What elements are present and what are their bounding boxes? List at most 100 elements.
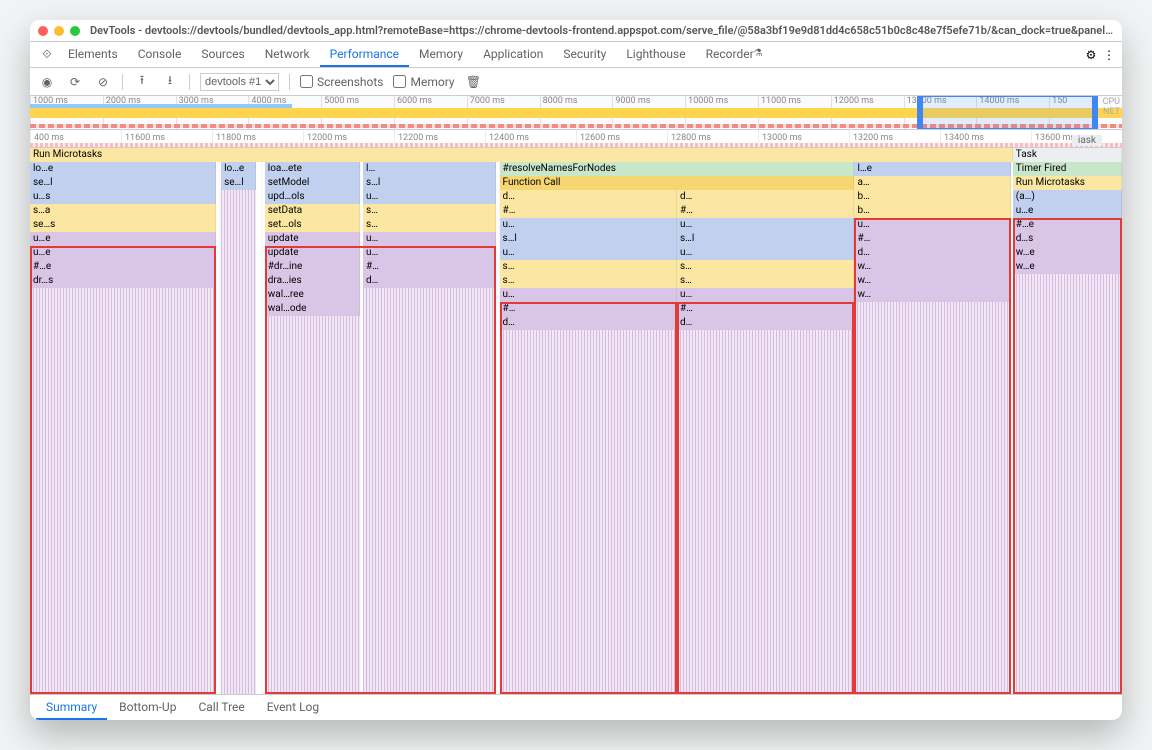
- flame-frame[interactable]: s…l: [363, 176, 496, 190]
- flame-frame[interactable]: l…: [363, 162, 496, 176]
- flame-frame[interactable]: update: [265, 246, 360, 260]
- flame-frame[interactable]: se…s: [30, 218, 216, 232]
- flame-frame[interactable]: #…: [854, 232, 1010, 246]
- run-microtasks-band[interactable]: Run Microtasks: [30, 148, 1013, 162]
- flame-frame[interactable]: b…: [854, 204, 1010, 218]
- flame-frame[interactable]: update: [265, 232, 360, 246]
- detail-tab-summary[interactable]: Summary: [36, 695, 107, 720]
- flame-frame[interactable]: u…: [500, 246, 677, 260]
- window-controls[interactable]: [38, 26, 80, 36]
- load-profile-icon[interactable]: ⭱: [133, 71, 151, 92]
- reload-record-button[interactable]: ⟳: [66, 75, 84, 89]
- zoom-icon[interactable]: [70, 26, 80, 36]
- flame-frame[interactable]: setModel: [265, 176, 360, 190]
- flame-frame[interactable]: s…: [363, 218, 496, 232]
- flame-frame[interactable]: #…: [500, 302, 677, 316]
- flame-frame[interactable]: wal…ode: [265, 302, 360, 316]
- flame-frame[interactable]: u…: [363, 190, 496, 204]
- more-icon[interactable]: ⋮: [1102, 48, 1116, 62]
- flame-frame[interactable]: u…: [677, 288, 854, 302]
- flame-deep-stack[interactable]: [265, 316, 360, 694]
- flame-frame[interactable]: w…e: [1013, 260, 1122, 274]
- flame-frame[interactable]: u…: [677, 246, 854, 260]
- flame-frame[interactable]: s…: [677, 274, 854, 288]
- flame-deep-stack[interactable]: [854, 302, 1010, 694]
- flame-frame[interactable]: #dr…ine: [265, 260, 360, 274]
- flame-frame[interactable]: s…a: [30, 204, 216, 218]
- inspect-icon[interactable]: ⟐: [36, 47, 58, 62]
- flame-deep-stack[interactable]: [363, 288, 496, 694]
- flame-frame[interactable]: s…: [500, 274, 677, 288]
- task-band[interactable]: Task: [1013, 148, 1122, 162]
- save-profile-icon[interactable]: ⭳: [161, 71, 179, 92]
- flame-frame[interactable]: l…e: [854, 162, 1010, 176]
- tab-performance[interactable]: Performance: [320, 42, 409, 67]
- flame-frame[interactable]: u…e: [30, 246, 216, 260]
- settings-icon[interactable]: ⚙: [1080, 48, 1102, 62]
- flame-frame[interactable]: #…: [500, 204, 677, 218]
- flame-frame[interactable]: w…e: [1013, 246, 1122, 260]
- memory-checkbox[interactable]: Memory: [393, 75, 454, 89]
- tab-network[interactable]: Network: [255, 42, 320, 67]
- tab-recorder[interactable]: Recorder ⚗: [696, 42, 773, 67]
- flame-frame[interactable]: d…: [500, 190, 677, 204]
- flame-deep-stack[interactable]: [30, 288, 216, 694]
- flame-frame[interactable]: d…: [500, 316, 677, 330]
- function-call[interactable]: Function Call: [500, 176, 855, 190]
- flame-frame[interactable]: d…: [363, 274, 496, 288]
- run-microtasks-right[interactable]: Run Microtasks: [1013, 176, 1122, 190]
- flame-frame[interactable]: u…: [363, 246, 496, 260]
- clear-button[interactable]: ⊘: [94, 75, 112, 89]
- flame-frame[interactable]: upd…ols: [265, 190, 360, 204]
- flame-frame[interactable]: u…: [500, 218, 677, 232]
- flame-frame[interactable]: d…: [677, 316, 854, 330]
- detail-tab-event-log[interactable]: Event Log: [257, 695, 329, 720]
- flame-frame[interactable]: u…: [854, 218, 1010, 232]
- flame-frame[interactable]: u…: [363, 232, 496, 246]
- flame-frame[interactable]: w…: [854, 260, 1010, 274]
- gc-button[interactable]: 🗑: [465, 75, 483, 89]
- selection-handle-right[interactable]: [1092, 96, 1098, 129]
- tab-console[interactable]: Console: [128, 42, 192, 67]
- flame-frame[interactable]: s…l: [500, 232, 677, 246]
- flame-frame[interactable]: d…: [677, 190, 854, 204]
- flame-frame[interactable]: se…l: [221, 176, 256, 190]
- flame-frame[interactable]: d…: [854, 246, 1010, 260]
- overview-selection[interactable]: [920, 96, 1095, 129]
- flame-frame[interactable]: s…: [500, 260, 677, 274]
- flame-frame[interactable]: #…: [677, 302, 854, 316]
- tab-lighthouse[interactable]: Lighthouse: [616, 42, 695, 67]
- flame-frame[interactable]: w…: [854, 274, 1010, 288]
- detail-tab-bottom-up[interactable]: Bottom-Up: [109, 695, 186, 720]
- flame-frame[interactable]: dra…ies: [265, 274, 360, 288]
- flame-frame[interactable]: s…: [677, 260, 854, 274]
- detail-tab-call-tree[interactable]: Call Tree: [188, 695, 254, 720]
- close-icon[interactable]: [38, 26, 48, 36]
- flame-frame[interactable]: #…e: [1013, 218, 1122, 232]
- flame-frame[interactable]: #…: [363, 260, 496, 274]
- overview-ruler[interactable]: 1000 ms2000 ms3000 ms4000 ms5000 ms6000 …: [30, 96, 1122, 130]
- flame-frame[interactable]: s…l: [677, 232, 854, 246]
- flame-frame[interactable]: u…s: [30, 190, 216, 204]
- flame-frame[interactable]: #…e: [30, 260, 216, 274]
- flame-deep-stack[interactable]: [677, 330, 854, 694]
- tab-security[interactable]: Security: [553, 42, 616, 67]
- flame-frame[interactable]: lo…e: [30, 162, 216, 176]
- tab-elements[interactable]: Elements: [58, 42, 128, 67]
- profile-select[interactable]: devtools #1: [200, 73, 279, 91]
- screenshots-checkbox[interactable]: Screenshots: [300, 75, 383, 89]
- flame-frame[interactable]: lo…e: [221, 162, 256, 176]
- flame-deep-stack[interactable]: [500, 330, 677, 694]
- tab-application[interactable]: Application: [473, 42, 553, 67]
- flame-frame[interactable]: b…: [854, 190, 1010, 204]
- detail-ruler[interactable]: 400 ms11600 ms11800 ms12000 ms12200 ms12…: [30, 130, 1122, 148]
- minimize-icon[interactable]: [54, 26, 64, 36]
- flame-deep-stack[interactable]: [221, 190, 256, 694]
- flame-frame[interactable]: set…ols: [265, 218, 360, 232]
- flame-frame[interactable]: dr…s: [30, 274, 216, 288]
- tab-memory[interactable]: Memory: [409, 42, 473, 67]
- flame-frame[interactable]: a…: [854, 176, 1010, 190]
- flame-frame[interactable]: setData: [265, 204, 360, 218]
- flame-frame[interactable]: u…: [500, 288, 677, 302]
- record-button[interactable]: ◉: [38, 75, 56, 89]
